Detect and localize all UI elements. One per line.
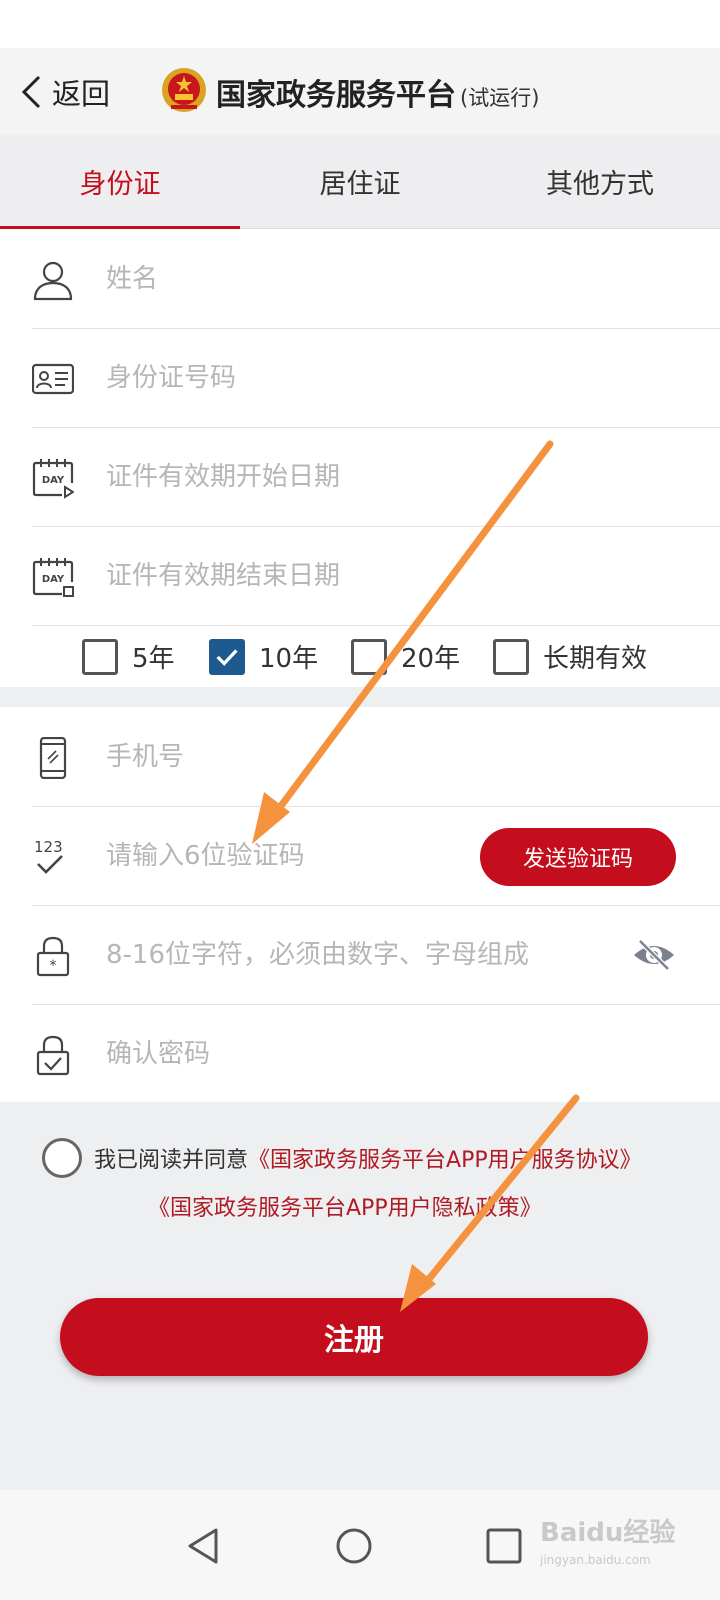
watermark-url: jingyan.baidu.com — [540, 1553, 651, 1567]
app-title-text: 国家政务服务平台 — [216, 78, 456, 113]
checkbox[interactable] — [493, 638, 529, 675]
start-date-input[interactable] — [106, 455, 536, 499]
mobile-phone-icon — [39, 737, 67, 779]
privacy-policy-link[interactable]: 《国家政务服务平台APP用户隐私政策》 — [148, 1196, 542, 1221]
validity-options: 5年 10年 20年 长期有效 — [0, 624, 720, 690]
nav-recents-icon[interactable] — [484, 1526, 524, 1566]
tab-bar: 身份证 居住证 其他方式 — [0, 134, 720, 230]
id-number-row — [32, 328, 720, 428]
phone-row — [32, 707, 720, 807]
password-row: * — [32, 905, 720, 1005]
svg-text:123: 123 — [34, 838, 63, 856]
eye-hidden-icon[interactable] — [632, 935, 676, 975]
nav-home-icon[interactable] — [334, 1526, 374, 1566]
lock-icon: * — [36, 936, 70, 977]
end-date-row: DAY — [32, 526, 720, 626]
account-section: 123 发送验证码 * — [0, 707, 720, 1102]
status-bar — [0, 0, 720, 48]
app-title: 国家政务服务平台 (试运行) — [216, 70, 539, 114]
verification-code-icon: 123 — [34, 838, 63, 874]
id-card-icon — [32, 363, 74, 395]
validity-20-years[interactable]: 20年 — [351, 638, 460, 675]
system-nav-bar: Baidu经验 jingyan.baidu.com — [0, 1490, 720, 1600]
validity-long-term[interactable]: 长期有效 — [493, 638, 647, 675]
calendar-start-icon: DAY — [32, 459, 74, 499]
nav-back-icon[interactable] — [184, 1526, 224, 1566]
user-icon — [33, 261, 73, 301]
app-header: 返回 国家政务服务平台 (试运行) — [0, 48, 720, 134]
watermark-brand: Baidu经验 — [540, 1518, 676, 1548]
service-agreement-link[interactable]: 《国家政务服务平台APP用户服务协议》 — [248, 1148, 642, 1173]
start-date-row: DAY — [32, 427, 720, 527]
validity-20-years-label: 20年 — [401, 644, 461, 674]
verification-code-row: 123 发送验证码 — [32, 806, 720, 906]
tab-residence-permit-label: 居住证 — [319, 169, 401, 200]
agreement-radio[interactable] — [42, 1138, 82, 1178]
name-row — [32, 229, 720, 329]
send-code-button[interactable]: 发送验证码 — [480, 828, 676, 886]
end-date-input[interactable] — [106, 554, 536, 598]
id-number-input[interactable] — [106, 356, 536, 400]
app-title-suffix: (试运行) — [460, 86, 540, 110]
verification-code-input[interactable] — [106, 834, 536, 878]
tab-id-card[interactable]: 身份证 — [0, 134, 240, 230]
tab-id-card-label: 身份证 — [79, 169, 161, 200]
national-emblem-icon — [162, 68, 206, 112]
tab-other-methods-label: 其他方式 — [546, 169, 654, 200]
checkbox[interactable] — [82, 638, 118, 675]
confirm-password-row — [32, 1004, 720, 1104]
phone-input[interactable] — [106, 735, 536, 779]
checkbox[interactable] — [351, 638, 387, 675]
svg-text:*: * — [50, 958, 57, 974]
register-button[interactable]: 注册 — [60, 1298, 648, 1376]
privacy-line: 《国家政务服务平台APP用户隐私政策》 — [148, 1190, 542, 1222]
lock-check-icon — [36, 1035, 70, 1076]
validity-5-years-label: 5年 — [132, 644, 175, 674]
validity-5-years[interactable]: 5年 — [82, 638, 175, 675]
confirm-password-input[interactable] — [106, 1032, 536, 1076]
calendar-end-icon: DAY — [32, 558, 74, 597]
tab-residence-permit[interactable]: 居住证 — [240, 134, 480, 229]
identity-section: DAY DAY — [0, 229, 720, 687]
agreement-prefix: 我已阅读并同意 — [94, 1148, 249, 1173]
checkbox-checked[interactable] — [209, 638, 245, 675]
back-button[interactable]: 返回 — [20, 72, 110, 112]
validity-long-term-label: 长期有效 — [543, 644, 648, 674]
validity-10-years[interactable]: 10年 — [209, 638, 318, 675]
back-label: 返回 — [52, 77, 111, 111]
tab-other-methods[interactable]: 其他方式 — [480, 134, 720, 229]
name-input[interactable] — [106, 257, 536, 301]
svg-text:DAY: DAY — [42, 574, 65, 585]
svg-text:DAY: DAY — [42, 475, 65, 486]
baidu-watermark: Baidu经验 jingyan.baidu.com — [540, 1512, 675, 1567]
chevron-left-icon — [21, 75, 41, 109]
checkmark-icon — [216, 648, 238, 666]
validity-10-years-label: 10年 — [259, 644, 319, 674]
password-input[interactable] — [106, 933, 626, 977]
agreement-line: 我已阅读并同意《国家政务服务平台APP用户服务协议》 — [94, 1142, 642, 1174]
